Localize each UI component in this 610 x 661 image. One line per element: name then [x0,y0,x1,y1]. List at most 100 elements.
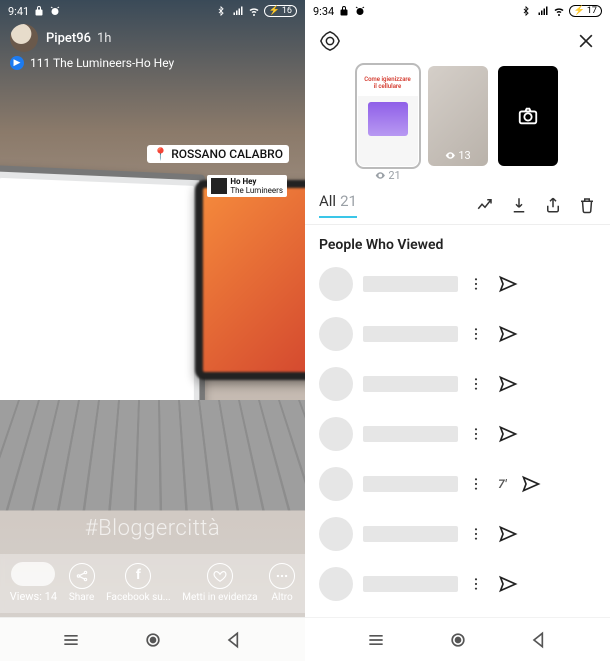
thumb-caption: Come igienizzare il cellulare [364,76,412,90]
viewer-more-icon[interactable] [468,276,484,292]
viewer-name-placeholder [363,276,458,292]
viewers-avatars-icon [11,562,55,586]
viewer-avatar[interactable] [319,567,353,601]
alarm-icon [354,5,366,17]
nav-back-icon[interactable] [529,630,549,650]
battery-indicator: ⚡17 [569,5,602,17]
tablet-in-photo [195,180,305,380]
viewer-avatar[interactable] [319,317,353,351]
more-button[interactable]: Altro [269,563,295,603]
share-button[interactable]: Share [69,563,95,603]
trash-icon[interactable] [578,196,596,214]
viewer-more-icon[interactable] [468,476,484,492]
location-text: ROSSANO CALABRO [171,147,283,161]
send-message-icon[interactable] [498,574,518,594]
viewer-name-placeholder [363,576,458,592]
story-footer: Views: 14 Share f Facebook su... Metti i… [0,554,305,613]
music-label: 111 The Lumineers-Ho Hey [30,56,174,70]
views-label: Views: [10,590,42,603]
hashtag-sticker[interactable]: #Bloggercittà [85,516,220,541]
viewer-more-icon[interactable] [468,576,484,592]
nav-back-icon[interactable] [224,630,244,650]
viewer-row[interactable] [305,309,610,359]
signal-icon [537,5,549,17]
tab-all[interactable]: All21 [319,192,357,218]
signal-icon [232,5,244,17]
laptop-in-photo [0,165,205,435]
viewer-name-placeholder [363,326,458,342]
more-icon [269,563,295,589]
viewer-row[interactable] [305,559,610,609]
send-message-icon[interactable] [498,524,518,544]
nav-home-icon[interactable] [143,630,163,650]
music-row[interactable]: ▶ 111 The Lumineers-Ho Hey [0,54,305,72]
send-message-icon[interactable] [498,274,518,294]
username[interactable]: Pipet96 [46,31,91,46]
bluetooth-icon [521,5,533,17]
lock-icon [338,5,350,17]
bluetooth-icon [216,5,228,17]
send-message-icon[interactable] [498,374,518,394]
share-icon [69,563,95,589]
lock-icon [33,5,45,17]
facebook-button[interactable]: f Facebook su... [106,563,171,603]
more-label: Altro [272,592,293,603]
viewer-avatar[interactable] [319,517,353,551]
send-message-icon[interactable] [498,424,518,444]
viewer-more-icon[interactable] [468,526,484,542]
viewer-avatar[interactable] [319,267,353,301]
viewer-avatar[interactable] [319,367,353,401]
story-header[interactable]: Pipet96 1h [0,22,305,54]
insights-tab-row: All21 [305,170,610,225]
thumb-2-views: 13 [444,149,470,162]
status-bar: 9:41 ⚡16 [0,0,305,22]
highlight-button[interactable]: Metti in evidenza [182,563,257,603]
insights-header [305,22,610,60]
settings-gear-icon[interactable] [319,30,341,52]
send-message-icon[interactable] [498,324,518,344]
wifi-icon [553,5,565,17]
viewer-row[interactable] [305,359,610,409]
story-insights-screen: 9:34 ⚡17 [305,0,610,661]
close-button[interactable] [576,31,596,51]
viewer-row[interactable] [305,259,610,309]
viewer-avatar[interactable] [319,417,353,451]
time-ago: 1h [97,31,111,46]
send-message-icon[interactable] [521,474,541,494]
viewer-name-placeholder [363,376,458,392]
story-view-screen: 9:41 ⚡16 Pipet96 1h [0,0,305,661]
android-nav-bar [0,617,305,661]
viewer-row[interactable] [305,509,610,559]
viewer-more-icon[interactable] [468,376,484,392]
avatar[interactable] [10,24,38,52]
download-icon[interactable] [510,196,528,214]
views-button[interactable]: Views: 14 [10,562,57,603]
viewer-row[interactable] [305,409,610,459]
viewer-name-placeholder [363,426,458,442]
highlight-label: Metti in evidenza [182,592,257,603]
keyboard-in-photo [0,400,305,511]
share-up-icon[interactable] [544,196,562,214]
story-thumb-1[interactable]: Come igienizzare il cellulare [358,66,418,166]
story-thumb-camera[interactable] [498,66,558,166]
viewer-more-icon[interactable] [468,326,484,342]
battery-indicator: ⚡16 [264,5,297,17]
viewer-avatar[interactable] [319,467,353,501]
viewer-more-icon[interactable] [468,426,484,442]
nav-home-icon[interactable] [448,630,468,650]
section-title: People Who Viewed [305,225,610,259]
location-pin-icon: 📍 [153,147,168,161]
camera-icon [517,105,539,127]
music-album-art [211,178,227,194]
nav-menu-icon[interactable] [366,630,386,650]
viewer-row[interactable]: 7' [305,459,610,509]
nav-menu-icon[interactable] [61,630,81,650]
location-sticker[interactable]: 📍 ROSSANO CALABRO [147,145,289,163]
music-chip-title: Ho Hey [230,177,283,186]
music-play-icon: ▶ [10,56,24,70]
views-count: 14 [45,590,57,603]
status-bar: 9:34 ⚡17 [305,0,610,22]
music-chip-artist: The Lumineers [230,186,283,195]
music-sticker[interactable]: Ho Hey The Lumineers [207,175,287,197]
insights-icon[interactable] [476,196,494,214]
